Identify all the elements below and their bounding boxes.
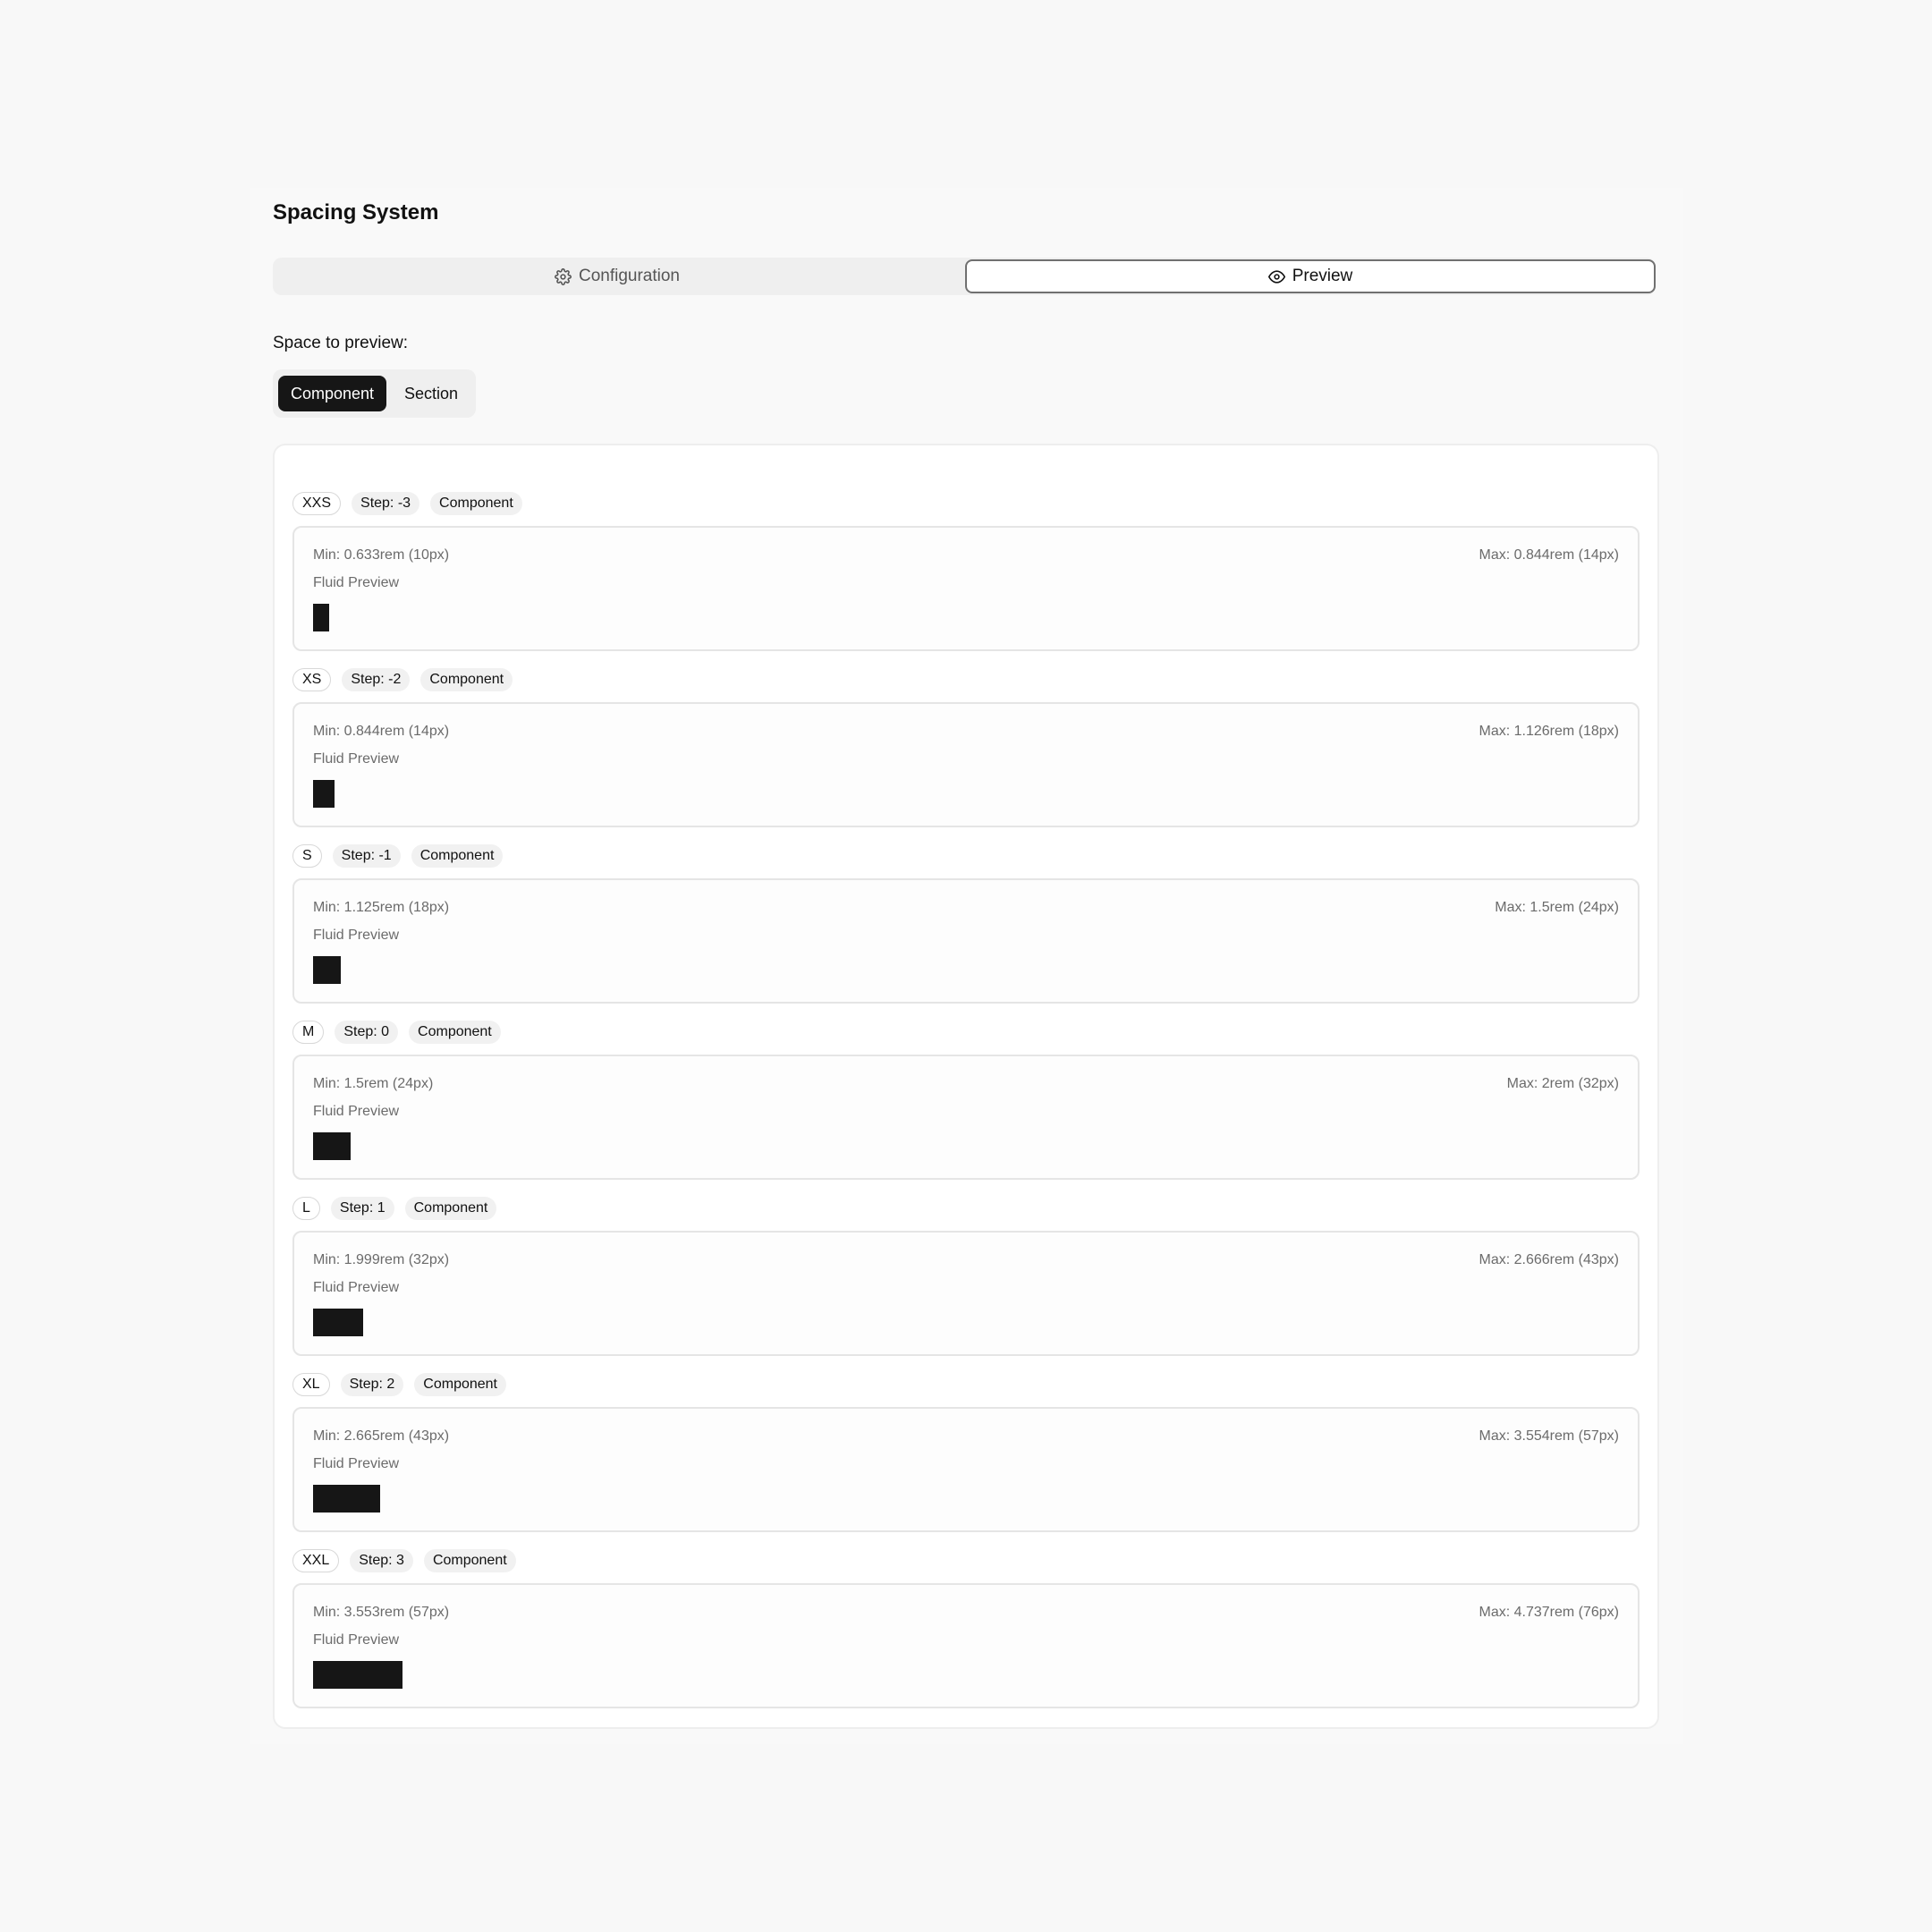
fluid-preview-bar [313, 1309, 363, 1336]
fluid-preview-label: Fluid Preview [313, 1632, 400, 1648]
step-badge: Step: 2 [340, 1373, 404, 1396]
spacing-card: Min: 1.125rem (18px) Max: 1.5rem (24px) Fl… [292, 878, 1640, 1004]
segment-section-button[interactable]: Section [389, 376, 473, 411]
segment-component-button[interactable]: Component [278, 376, 386, 411]
eye-icon [1267, 269, 1285, 284]
fluid-preview-label: Fluid Preview [313, 928, 400, 943]
row-badges: XL Step: 2 Component [292, 1373, 506, 1398]
fluid-preview-label: Fluid Preview [313, 1104, 400, 1119]
spacing-card: Min: 1.5rem (24px) Max: 2rem (32px) Fluid … [292, 1055, 1640, 1180]
row-badges: L Step: 1 Component [292, 1197, 497, 1222]
max-value: Max: 2.666rem (43px) [1479, 1252, 1619, 1267]
type-badge: Component [404, 1197, 497, 1220]
step-badge: Step: 1 [330, 1197, 394, 1220]
spacing-panel: Spacing System Configuration Preview Spa… [250, 188, 1683, 1744]
row-badges: XXS Step: -3 Component [292, 492, 522, 517]
max-value: Max: 0.844rem (14px) [1479, 547, 1619, 563]
min-value: Min: 3.553rem (57px) [313, 1605, 450, 1620]
type-badge: Component [414, 1373, 506, 1396]
gear-icon [555, 267, 572, 285]
min-value: Min: 0.844rem (14px) [313, 724, 450, 739]
fluid-preview-label: Fluid Preview [313, 1456, 400, 1471]
step-badge: Step: -2 [342, 668, 411, 691]
spacing-preview-list: XXS Step: -3 Component Min: 0.633rem (10px)… [273, 444, 1659, 1729]
max-value: Max: 1.5rem (24px) [1495, 900, 1619, 915]
tab-preview[interactable]: Preview [965, 259, 1656, 293]
tab-configuration-label: Configuration [578, 267, 681, 285]
size-badge: XXS [292, 492, 342, 515]
max-value: Max: 2rem (32px) [1506, 1076, 1619, 1091]
size-badge: XXL [292, 1549, 340, 1572]
spacing-card: Min: 1.999rem (32px) Max: 2.666rem (43px)… [292, 1231, 1640, 1356]
type-badge: Component [430, 492, 522, 515]
max-value: Max: 4.737rem (76px) [1479, 1605, 1619, 1620]
fluid-preview-label: Fluid Preview [313, 1280, 400, 1295]
spacing-card: Min: 0.633rem (10px) Max: 0.844rem (14px)… [292, 526, 1640, 651]
fluid-preview-bar [313, 604, 329, 631]
spacing-card: Min: 3.553rem (57px) Max: 4.737rem (76px)… [292, 1583, 1640, 1708]
step-badge: Step: 0 [335, 1021, 399, 1044]
step-badge: Step: -1 [332, 844, 401, 868]
min-value: Min: 1.5rem (24px) [313, 1076, 434, 1091]
max-value: Max: 3.554rem (57px) [1479, 1428, 1619, 1444]
type-badge: Component [411, 844, 504, 868]
row-badges: S Step: -1 Component [292, 844, 504, 869]
step-badge: Step: 3 [350, 1549, 413, 1572]
size-badge: M [292, 1021, 325, 1044]
tab-bar: Configuration Preview [273, 258, 1656, 295]
size-badge: S [292, 844, 322, 868]
space-to-preview-label: Space to preview: [273, 334, 409, 352]
fluid-preview-bar [313, 1661, 402, 1689]
space-segmented-control: Component Section [273, 369, 476, 418]
spacing-card: Min: 2.665rem (43px) Max: 3.554rem (57px)… [292, 1407, 1640, 1532]
row-badges: M Step: 0 Component [292, 1021, 501, 1046]
fluid-preview-label: Fluid Preview [313, 751, 400, 767]
size-badge: XL [292, 1373, 330, 1396]
page-title: Spacing System [273, 200, 439, 225]
fluid-preview-bar [313, 780, 335, 808]
tab-configuration[interactable]: Configuration [273, 258, 962, 295]
tab-preview-label: Preview [1292, 267, 1353, 285]
step-badge: Step: -3 [352, 492, 420, 515]
max-value: Max: 1.126rem (18px) [1479, 724, 1619, 739]
min-value: Min: 1.125rem (18px) [313, 900, 450, 915]
min-value: Min: 1.999rem (32px) [313, 1252, 450, 1267]
size-badge: XS [292, 668, 332, 691]
fluid-preview-bar [313, 956, 341, 984]
type-badge: Component [409, 1021, 501, 1044]
spacing-card: Min: 0.844rem (14px) Max: 1.126rem (18px)… [292, 702, 1640, 827]
type-badge: Component [423, 1549, 516, 1572]
fluid-preview-label: Fluid Preview [313, 575, 400, 590]
min-value: Min: 0.633rem (10px) [313, 547, 450, 563]
row-badges: XXL Step: 3 Component [292, 1549, 516, 1574]
min-value: Min: 2.665rem (43px) [313, 1428, 450, 1444]
row-badges: XS Step: -2 Component [292, 668, 513, 693]
size-badge: L [292, 1197, 320, 1220]
type-badge: Component [420, 668, 513, 691]
fluid-preview-bar [313, 1485, 380, 1513]
fluid-preview-bar [313, 1132, 351, 1160]
